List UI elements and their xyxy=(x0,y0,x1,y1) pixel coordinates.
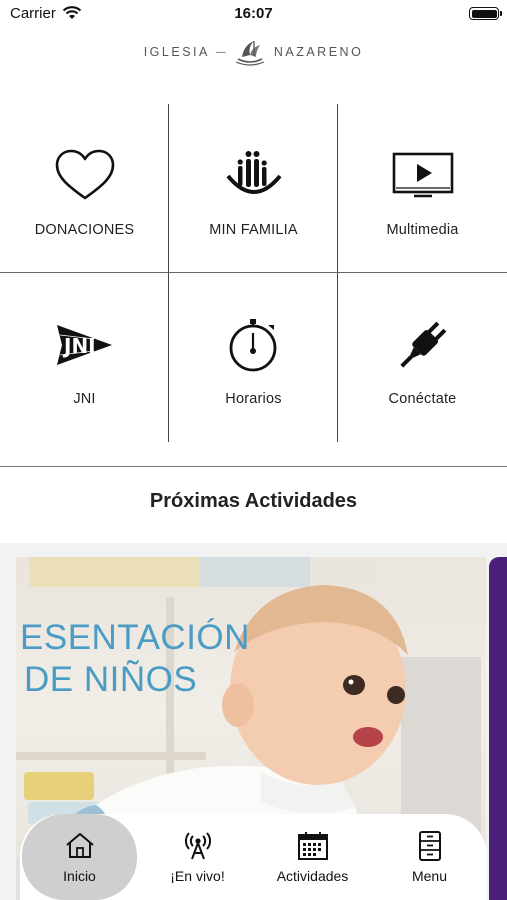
play-screen-icon xyxy=(392,152,453,198)
menu-item-label: Conéctate xyxy=(388,391,457,407)
banner-text: ESENTACIÓN DE NIÑOS xyxy=(20,617,250,701)
status-bar: Carrier 16:07 xyxy=(0,0,507,28)
battery-icon xyxy=(469,7,502,20)
grid-divider xyxy=(0,466,507,467)
menu-item-label: JNI xyxy=(73,391,96,407)
stopwatch-icon xyxy=(229,319,276,372)
brand-text-right: NAZARENO xyxy=(273,45,364,59)
section-title: Próximas Actividades xyxy=(149,490,358,512)
menu-item-conectate[interactable]: Conéctate xyxy=(338,273,507,442)
menu-item-label: Horarios xyxy=(225,391,282,407)
menu-item-jni[interactable]: JNI JNI xyxy=(0,273,169,442)
brand-header: IGLESIA — NAZARENO xyxy=(0,36,507,68)
tab-actividades[interactable]: Actividades xyxy=(255,814,370,900)
menu-item-label: DONACIONES xyxy=(34,222,135,238)
family-ministry-icon xyxy=(225,151,282,194)
plug-icon xyxy=(399,321,446,368)
next-activity-card[interactable] xyxy=(489,557,507,900)
church-logo-icon xyxy=(235,41,265,66)
menu-item-label: Multimedia xyxy=(386,222,459,238)
heart-icon xyxy=(55,149,114,200)
tab-menu[interactable]: Menu xyxy=(372,814,487,900)
banner-line-1: ESENTACIÓN xyxy=(20,618,250,657)
bottom-tab-bar: Inicio ¡En vivo! Actividades Menu xyxy=(20,814,487,900)
menu-item-min-familia[interactable]: MIN FAMILIA xyxy=(169,104,338,273)
menu-item-donaciones[interactable]: DONACIONES xyxy=(0,104,169,273)
tab-label: ¡En vivo! xyxy=(170,868,225,884)
jni-logo-icon: JNI xyxy=(56,325,112,365)
tab-label: Menu xyxy=(411,868,448,884)
tab-inicio[interactable]: Inicio xyxy=(22,814,137,900)
menu-item-multimedia[interactable]: Multimedia xyxy=(338,104,507,273)
clock: 16:07 xyxy=(234,5,273,22)
menu-item-label: MIN FAMILIA xyxy=(209,222,298,238)
tab-label: Inicio xyxy=(63,868,96,884)
banner-line-2: DE NIÑOS xyxy=(24,660,198,699)
menu-item-horarios[interactable]: Horarios xyxy=(169,273,338,442)
cabinet-icon xyxy=(418,831,441,861)
home-icon xyxy=(65,833,94,858)
menu-grid: DONACIONES MIN FAMILIA Multimedia JNI JN… xyxy=(0,104,507,467)
broadcast-icon xyxy=(184,832,211,860)
tab-en-vivo[interactable]: ¡En vivo! xyxy=(140,814,255,900)
brand-text-left: IGLESIA xyxy=(143,45,210,59)
tab-label: Actividades xyxy=(276,868,349,884)
calendar-icon xyxy=(297,832,328,860)
